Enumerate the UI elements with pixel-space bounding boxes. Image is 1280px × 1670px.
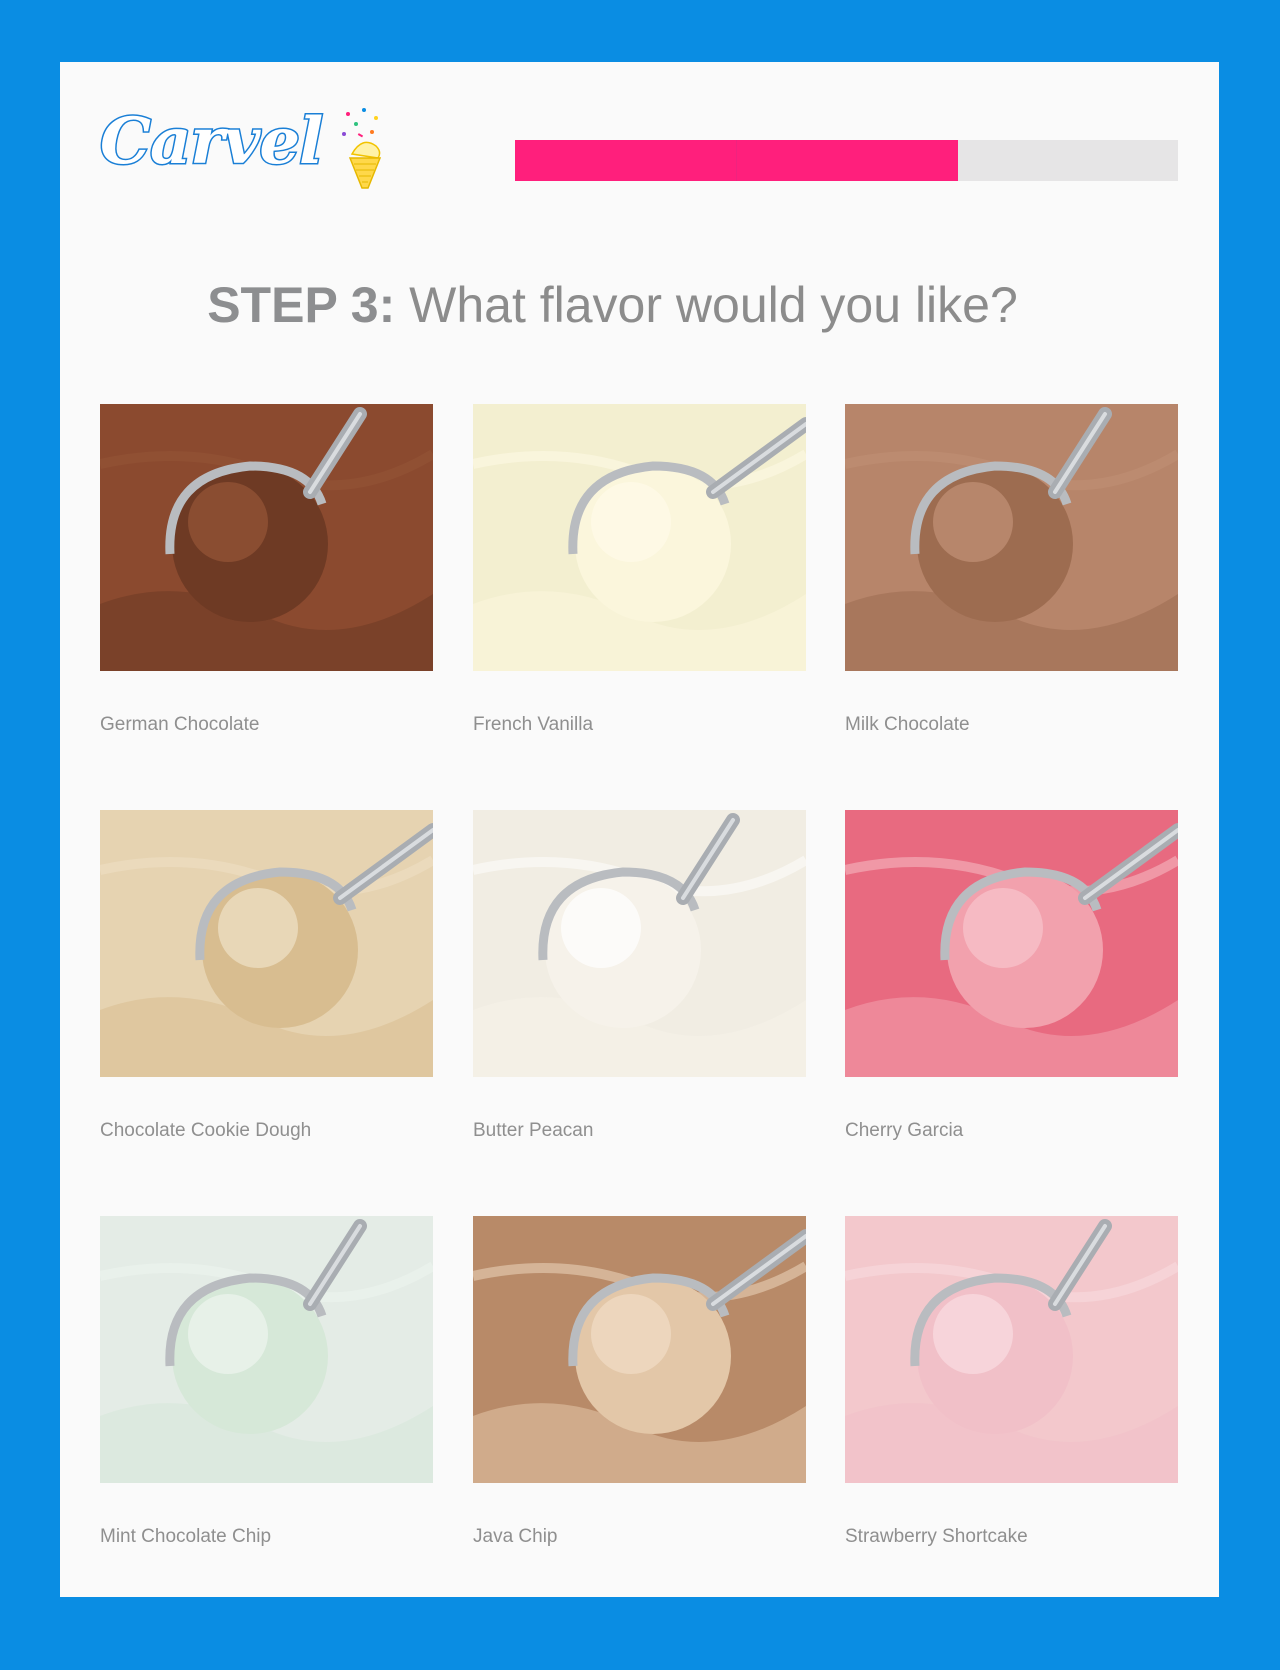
flavor-option[interactable]: Chocolate Cookie Dough <box>100 810 433 1160</box>
flavor-photo <box>100 404 433 671</box>
carvel-logo-text: Carvel <box>98 103 324 181</box>
ice-cream-scoop-icon <box>845 404 1178 671</box>
page-title: STEP 3: What flavor would you like? <box>33 276 1192 334</box>
ice-cream-scoop-icon <box>473 1216 806 1483</box>
flavor-label: Chocolate Cookie Dough <box>100 1120 312 1141</box>
flavor-photo <box>473 810 806 1077</box>
flavor-photo <box>845 1216 1178 1483</box>
flavor-option[interactable]: French Vanilla <box>473 404 806 754</box>
ice-cream-scoop-icon <box>845 810 1178 1077</box>
flavor-option[interactable]: Butter Peacan <box>473 810 806 1160</box>
flavor-label: Milk Chocolate <box>845 714 970 735</box>
flavor-photo <box>473 404 806 671</box>
flavor-label: Butter Peacan <box>473 1120 594 1141</box>
flavor-option[interactable]: Mint Chocolate Chip <box>100 1216 433 1566</box>
flavor-label: Strawberry Shortcake <box>845 1526 1028 1547</box>
flavor-option[interactable]: Strawberry Shortcake <box>845 1216 1178 1566</box>
flavor-label: Cherry Garcia <box>845 1120 964 1141</box>
flavor-option[interactable]: Java Chip <box>473 1216 806 1566</box>
ice-cream-cone-icon <box>342 108 382 189</box>
flavor-photo <box>100 810 433 1077</box>
ice-cream-scoop-icon <box>100 404 433 671</box>
step-question: What flavor would you like? <box>409 276 1018 333</box>
ice-cream-scoop-icon <box>845 1216 1178 1483</box>
ice-cream-scoop-icon <box>100 810 433 1077</box>
flavor-option[interactable]: Milk Chocolate <box>845 404 1178 754</box>
step-number: STEP 3: <box>207 276 396 333</box>
flavor-label: Java Chip <box>473 1526 558 1547</box>
flavor-photo <box>845 810 1178 1077</box>
progress-segment-complete <box>515 140 736 181</box>
flavor-option[interactable]: Cherry Garcia <box>845 810 1178 1160</box>
flavor-label: French Vanilla <box>473 714 594 735</box>
ice-cream-scoop-icon <box>473 810 806 1077</box>
flavor-option[interactable]: German Chocolate <box>100 404 433 754</box>
flavor-label: Mint Chocolate Chip <box>100 1526 272 1547</box>
flavor-photo <box>473 1216 806 1483</box>
flavor-step-card: Carvel STEP 3: What flavor would you lik… <box>60 62 1219 1597</box>
flavor-photo <box>845 404 1178 671</box>
progress-bar <box>515 140 1178 181</box>
progress-segment-complete <box>736 140 958 181</box>
flavor-photo <box>100 1216 433 1483</box>
ice-cream-scoop-icon <box>473 404 806 671</box>
carvel-logo[interactable]: Carvel <box>98 100 390 200</box>
flavor-label: German Chocolate <box>100 714 260 735</box>
ice-cream-scoop-icon <box>100 1216 433 1483</box>
